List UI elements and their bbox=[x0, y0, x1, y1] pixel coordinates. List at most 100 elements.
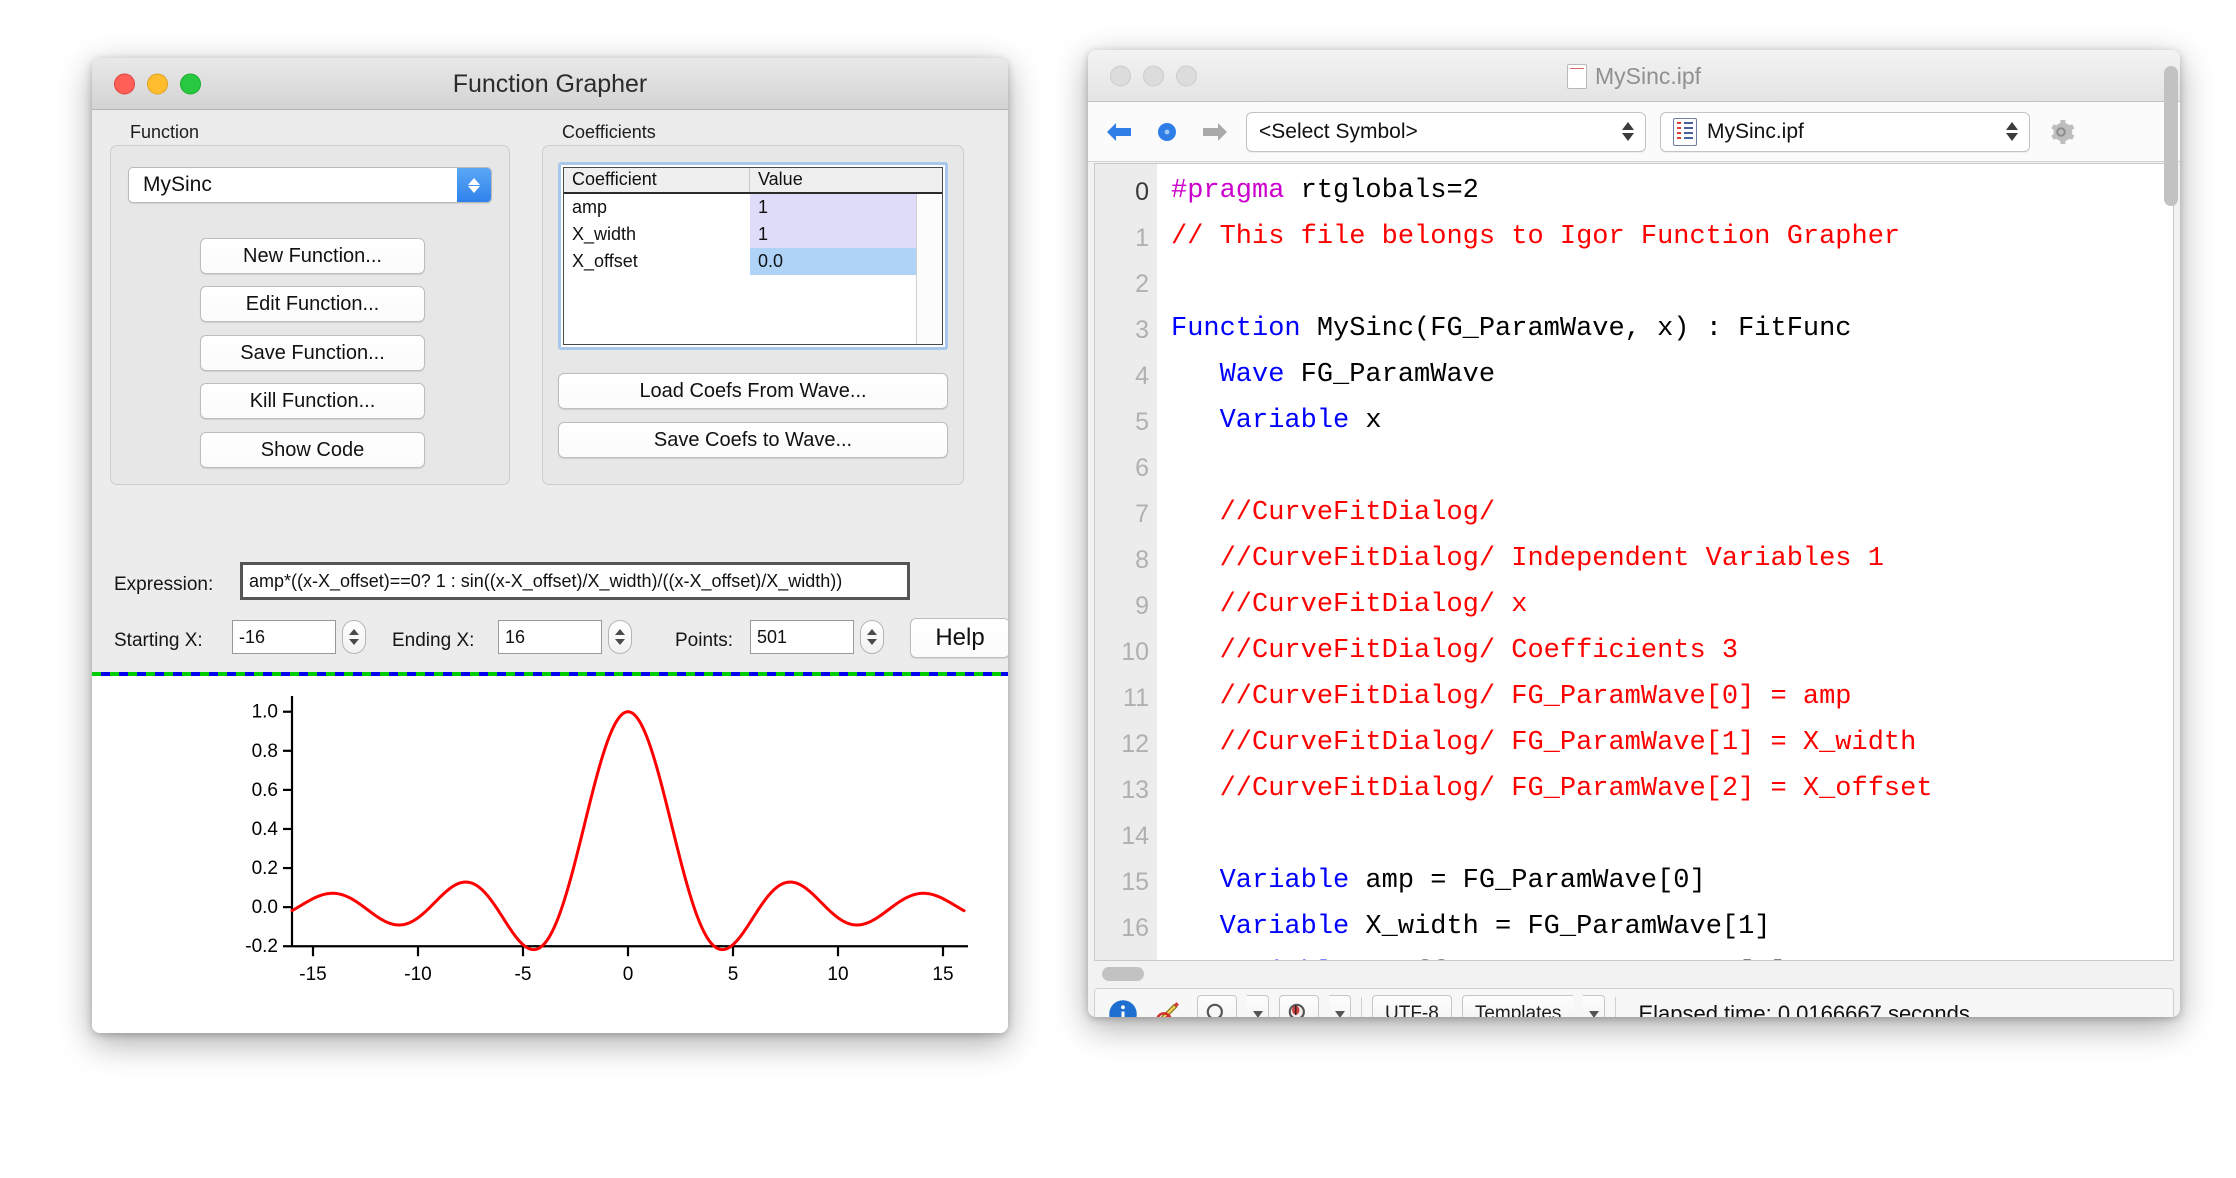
code-line[interactable]: Variable X_width = FG_ParamWave[1] bbox=[1171, 914, 1771, 941]
bookmark-dot-icon[interactable] bbox=[1150, 115, 1184, 149]
code-token: Function bbox=[1171, 314, 1301, 344]
code-token: MySinc(FG_ParamWave, x) : FitFunc bbox=[1300, 314, 1852, 344]
gear-icon[interactable] bbox=[2044, 115, 2078, 149]
kill-function-button[interactable]: Kill Function... bbox=[200, 383, 425, 419]
code-token: //CurveFitDialog/ bbox=[1171, 498, 1496, 528]
code-line[interactable]: //CurveFitDialog/ x bbox=[1171, 592, 1528, 619]
code-editor[interactable]: 01234567891011121314151617 #pragma rtglo… bbox=[1094, 163, 2174, 961]
points-stepper[interactable] bbox=[860, 620, 884, 654]
close-button[interactable] bbox=[114, 73, 135, 94]
code-line[interactable]: //CurveFitDialog/ Independent Variables … bbox=[1171, 546, 1884, 573]
line-number: 8 bbox=[1135, 546, 1149, 574]
graph-plot[interactable]: -0.2 0.0 0.2 0.4 0.6 0.8 1.0 -15 -10 -5 0 5 10 15 bbox=[92, 676, 1008, 1033]
code-line[interactable]: //CurveFitDialog/ bbox=[1171, 500, 1495, 527]
minimize-button[interactable] bbox=[147, 73, 168, 94]
starting-x-stepper[interactable] bbox=[342, 620, 366, 654]
code-line[interactable]: //CurveFitDialog/ FG_ParamWave[2] = X_of… bbox=[1171, 776, 1933, 803]
coefficient-value[interactable]: 1 bbox=[750, 221, 942, 248]
forward-arrow-icon[interactable] bbox=[1198, 115, 1232, 149]
code-line[interactable]: // This file belongs to Igor Function Gr… bbox=[1171, 224, 1900, 251]
window-controls[interactable] bbox=[114, 73, 201, 94]
code-line[interactable]: Wave FG_ParamWave bbox=[1171, 362, 1495, 389]
code-horizontal-scrollbar[interactable] bbox=[1094, 963, 2174, 985]
code-text-area[interactable]: #pragma rtglobals=2 // This file belongs … bbox=[1157, 164, 2173, 960]
table-row[interactable]: amp 1 bbox=[564, 194, 942, 221]
procedure-window[interactable]: MySinc.ipf <Select Symbol> MySinc.ipf 0 … bbox=[1088, 50, 2180, 1017]
procedure-window-title-text: MySinc.ipf bbox=[1594, 63, 1702, 89]
code-token: x bbox=[1349, 406, 1382, 436]
function-grapher-window[interactable]: Function Grapher Function MySinc New Fun… bbox=[92, 58, 1008, 1033]
function-grapher-body: Function MySinc New Function... Edit Fun… bbox=[92, 110, 1008, 1033]
chevron-down-icon bbox=[1622, 133, 1634, 141]
symbol-select-popup[interactable]: <Select Symbol> bbox=[1246, 111, 1646, 152]
table-row[interactable]: X_width 1 bbox=[564, 221, 942, 248]
no-edit-pencil-icon[interactable] bbox=[1151, 996, 1187, 1017]
code-vertical-scrollbar[interactable] bbox=[2164, 54, 2178, 844]
expression-label: Expression: bbox=[114, 574, 214, 595]
debugger-menu-arrow[interactable] bbox=[1329, 995, 1351, 1017]
help-button[interactable]: Help bbox=[910, 618, 1008, 658]
back-arrow-icon[interactable] bbox=[1102, 115, 1136, 149]
code-line[interactable]: //CurveFitDialog/ FG_ParamWave[1] = X_wi… bbox=[1171, 730, 1917, 757]
code-line[interactable]: Variable amp = FG_ParamWave[0] bbox=[1171, 868, 1706, 895]
procedure-window-controls[interactable] bbox=[1110, 65, 1197, 86]
points-label: Points: bbox=[675, 630, 734, 651]
show-code-button[interactable]: Show Code bbox=[200, 432, 425, 468]
procedure-titlebar[interactable]: MySinc.ipf bbox=[1088, 50, 2180, 102]
coefficient-name: X_offset bbox=[572, 251, 638, 271]
coefficient-value[interactable]: 0.0 bbox=[750, 248, 942, 275]
code-line[interactable]: //CurveFitDialog/ FG_ParamWave[0] = amp bbox=[1171, 684, 1852, 711]
function-select-value: MySinc bbox=[143, 173, 212, 196]
coefficients-group-label: Coefficients bbox=[562, 122, 656, 142]
function-grapher-titlebar[interactable]: Function Grapher bbox=[92, 58, 1008, 110]
function-select-stepper-icon[interactable] bbox=[457, 168, 491, 202]
code-line[interactable]: //CurveFitDialog/ Coefficients 3 bbox=[1171, 638, 1739, 665]
expression-input[interactable]: amp*((x-X_offset)==0? 1 : sin((x-X_offse… bbox=[240, 562, 910, 600]
code-line[interactable]: Variable x bbox=[1171, 408, 1382, 435]
status-divider bbox=[1361, 997, 1362, 1017]
maximize-button[interactable] bbox=[1176, 65, 1197, 86]
line-number: 6 bbox=[1135, 454, 1149, 482]
line-number: 5 bbox=[1135, 408, 1149, 436]
info-icon[interactable] bbox=[1105, 996, 1141, 1017]
ending-x-stepper[interactable] bbox=[608, 620, 632, 654]
save-function-button[interactable]: Save Function... bbox=[200, 335, 425, 371]
y-tick-label: 0.8 bbox=[252, 741, 278, 762]
coefficient-name: amp bbox=[572, 197, 608, 217]
x-tick-label: -5 bbox=[515, 964, 532, 985]
maximize-button[interactable] bbox=[180, 73, 201, 94]
table-row[interactable]: X_offset 0.0 bbox=[564, 248, 942, 275]
line-number: 14 bbox=[1121, 822, 1149, 850]
line-number: 1 bbox=[1135, 224, 1149, 252]
templates-button[interactable]: Templates bbox=[1461, 995, 1574, 1017]
debugger-button[interactable] bbox=[1279, 995, 1319, 1017]
load-coefs-button[interactable]: Load Coefs From Wave... bbox=[558, 373, 948, 409]
find-button[interactable] bbox=[1197, 995, 1237, 1017]
file-select-popup[interactable]: MySinc.ipf bbox=[1660, 111, 2030, 152]
code-line[interactable]: Function MySinc(FG_ParamWave, x) : FitFu… bbox=[1171, 316, 1852, 343]
code-line[interactable]: #pragma rtglobals=2 bbox=[1171, 178, 1479, 205]
templates-menu-arrow[interactable] bbox=[1583, 995, 1606, 1017]
line-number: 13 bbox=[1121, 776, 1149, 804]
coefficient-value[interactable]: 1 bbox=[750, 194, 942, 221]
points-input[interactable]: 501 bbox=[750, 620, 854, 654]
ending-x-input[interactable]: 16 bbox=[498, 620, 602, 654]
coefficients-table-scrollbar[interactable] bbox=[916, 194, 942, 344]
symbol-select-stepper-icon[interactable] bbox=[1615, 122, 1641, 141]
encoding-button[interactable]: UTF-8 bbox=[1372, 995, 1452, 1017]
coefficients-table[interactable]: Coefficient Value amp 1 X_width 1 X_offs… bbox=[558, 162, 948, 350]
minimize-button[interactable] bbox=[1143, 65, 1164, 86]
new-function-button[interactable]: New Function... bbox=[200, 238, 425, 274]
find-menu-arrow[interactable] bbox=[1247, 995, 1269, 1017]
function-select-popup[interactable]: MySinc bbox=[128, 167, 492, 203]
edit-function-button[interactable]: Edit Function... bbox=[200, 286, 425, 322]
scrollbar-thumb[interactable] bbox=[2164, 66, 2178, 206]
close-button[interactable] bbox=[1110, 65, 1131, 86]
save-coefs-button[interactable]: Save Coefs to Wave... bbox=[558, 422, 948, 458]
document-icon bbox=[1566, 64, 1587, 89]
starting-x-input[interactable]: -16 bbox=[232, 620, 336, 654]
scrollbar-thumb[interactable] bbox=[1102, 967, 1144, 981]
plot-svg: -0.2 0.0 0.2 0.4 0.6 0.8 1.0 -15 -10 -5 0 5 10 15 bbox=[245, 696, 968, 985]
file-select-stepper-icon[interactable] bbox=[1999, 122, 2025, 141]
